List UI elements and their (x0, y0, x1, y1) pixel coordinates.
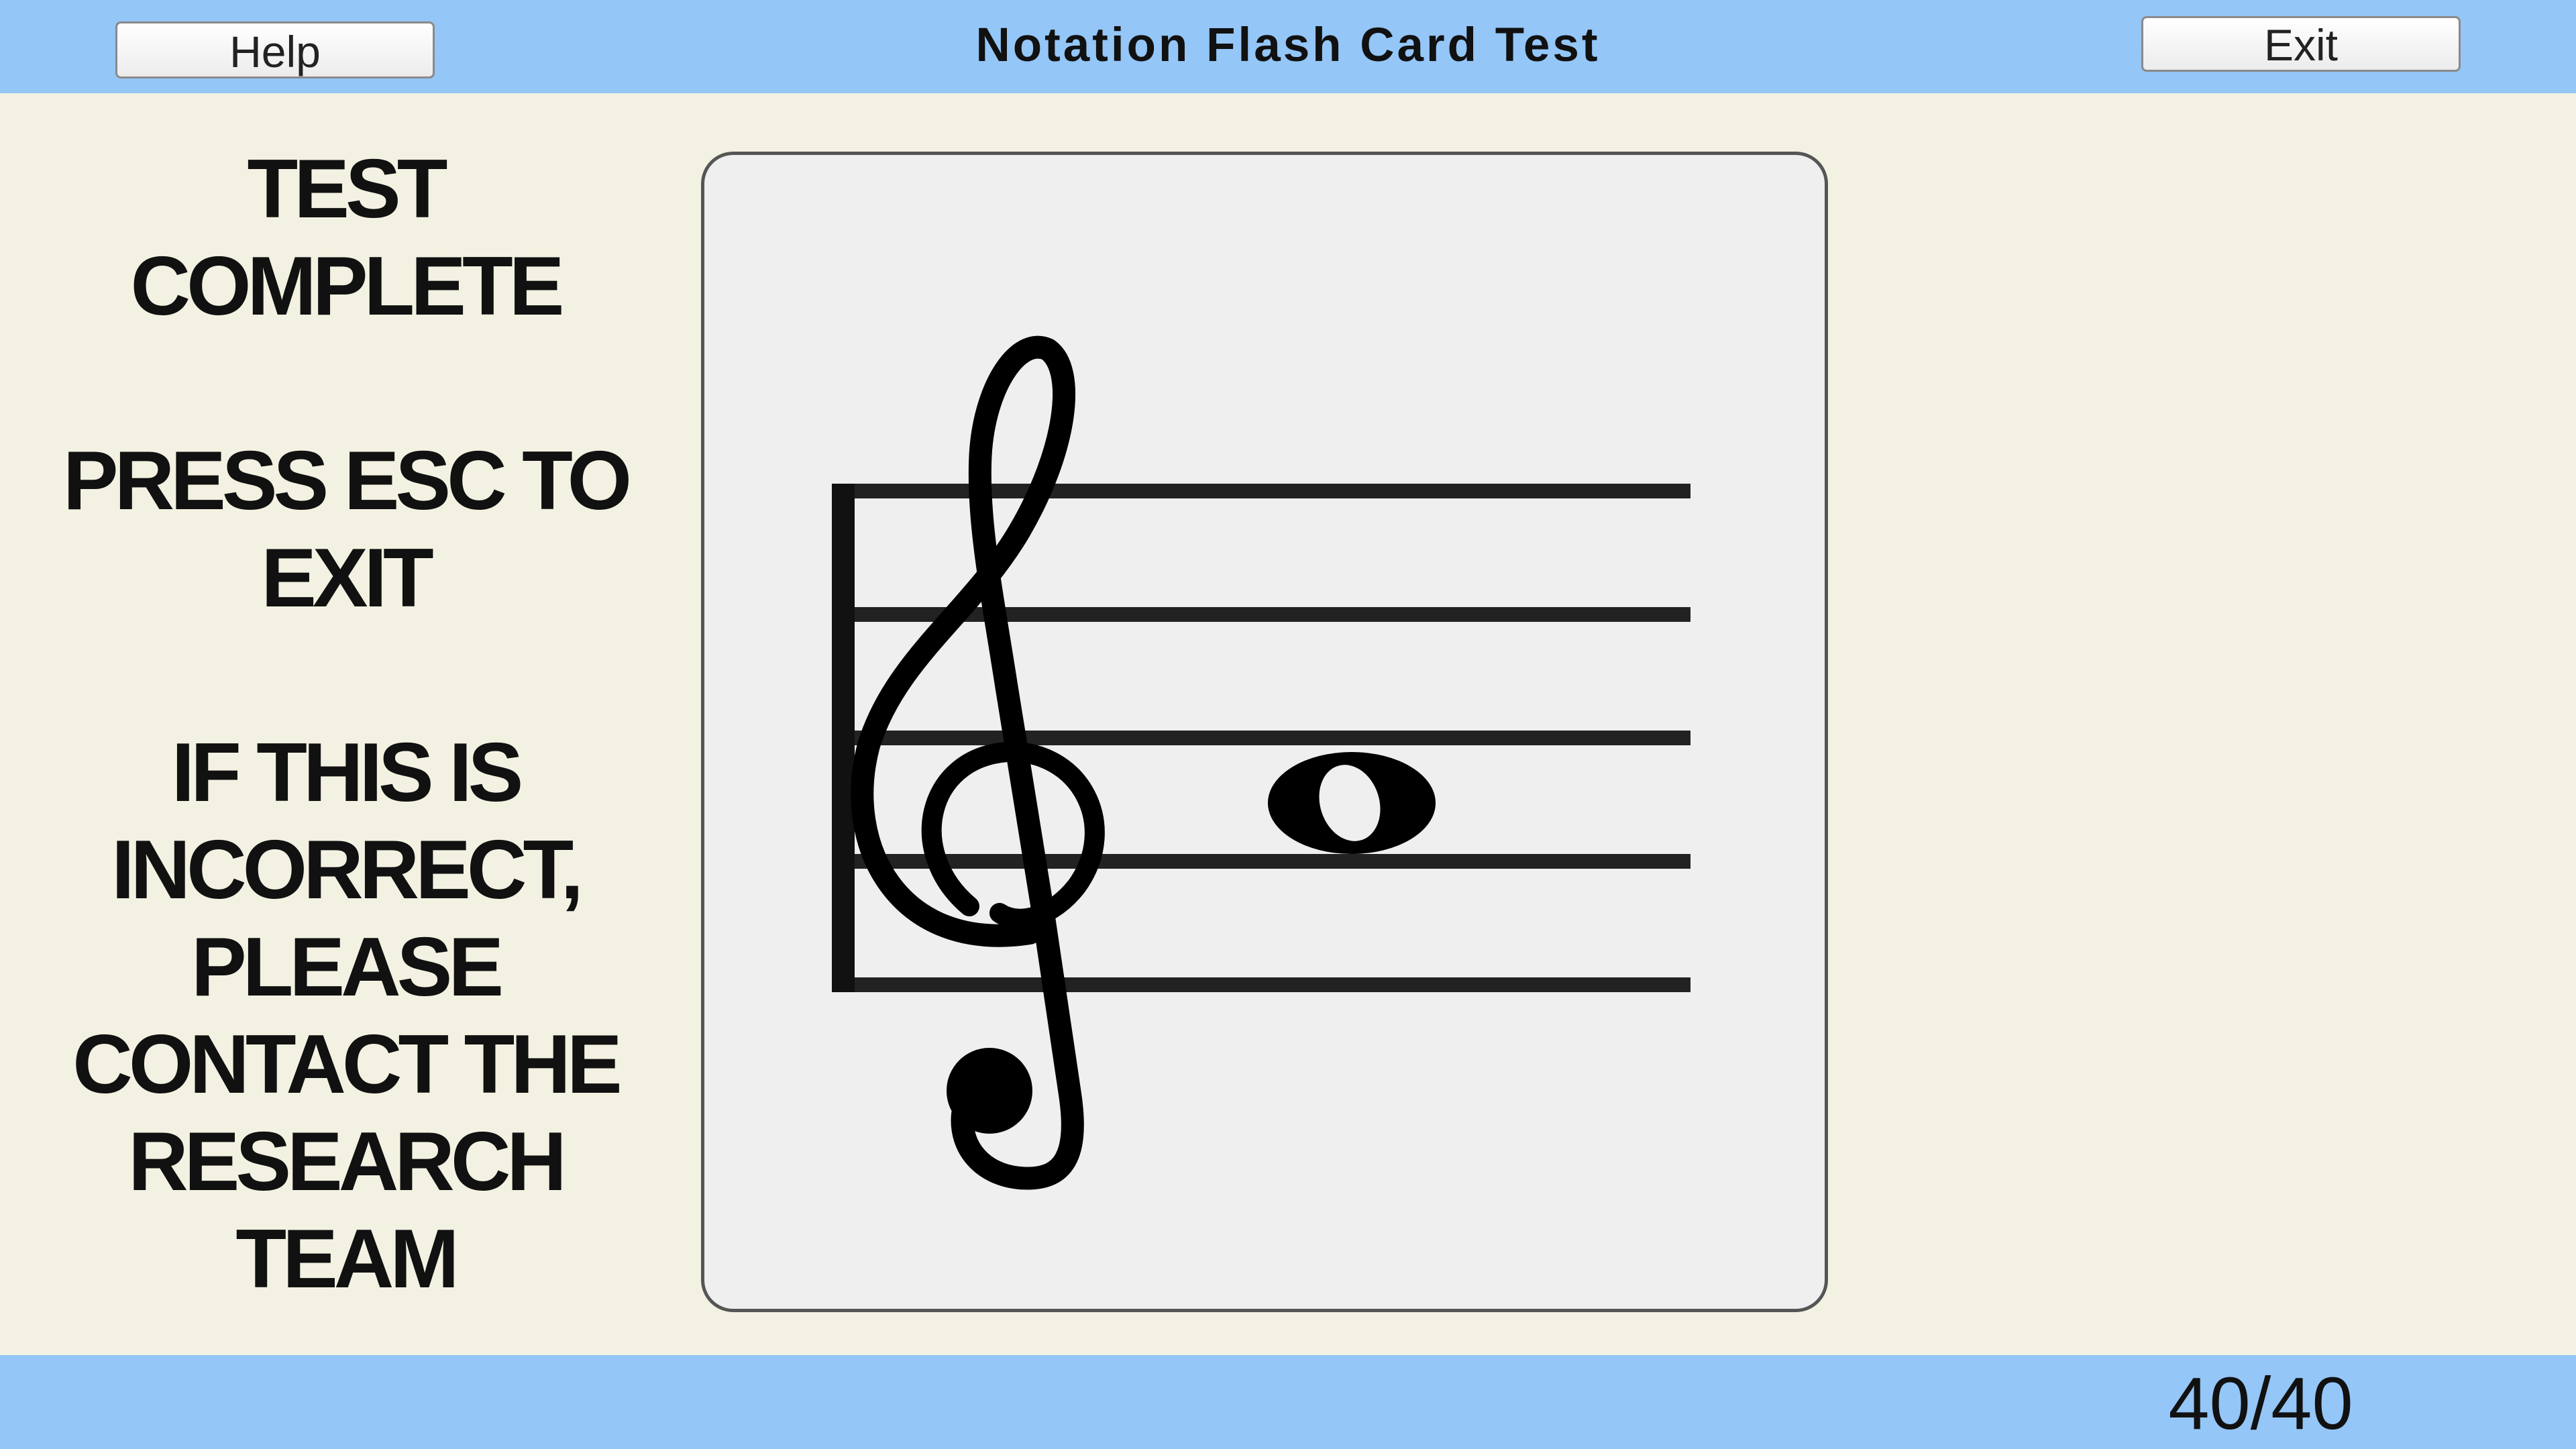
staff-line (832, 484, 1690, 498)
music-staff (832, 335, 1690, 1190)
progress-counter: 40/40 (2168, 1362, 2353, 1445)
message-line: RESEARCH (128, 1116, 567, 1208)
whole-note-icon (1268, 752, 1436, 854)
message-line: TEAM (235, 1213, 459, 1305)
bar-line (832, 484, 855, 992)
message-line: PRESS ESC TO (62, 435, 632, 527)
completion-message: TEST COMPLETE PRESS ESC TO EXIT IF THIS … (27, 141, 664, 1308)
message-line: TEST (247, 143, 448, 235)
staff-lines (832, 484, 1690, 992)
message-line: INCORRECT, (111, 824, 584, 916)
message-line: CONTACT THE (72, 1018, 622, 1111)
staff-line (832, 731, 1690, 745)
clef-tail-ball (947, 1048, 1032, 1134)
message-line: EXIT (261, 532, 434, 625)
flash-card (701, 152, 1828, 1312)
help-button[interactable]: Help (115, 21, 435, 78)
message-line: IF THIS IS (171, 727, 524, 819)
app-title: Notation Flash Card Test (975, 19, 1601, 72)
exit-button[interactable]: Exit (2141, 16, 2461, 72)
staff-line (832, 854, 1690, 869)
message-line: COMPLETE (130, 240, 565, 333)
staff-line (832, 977, 1690, 992)
message-line: PLEASE (191, 921, 504, 1014)
